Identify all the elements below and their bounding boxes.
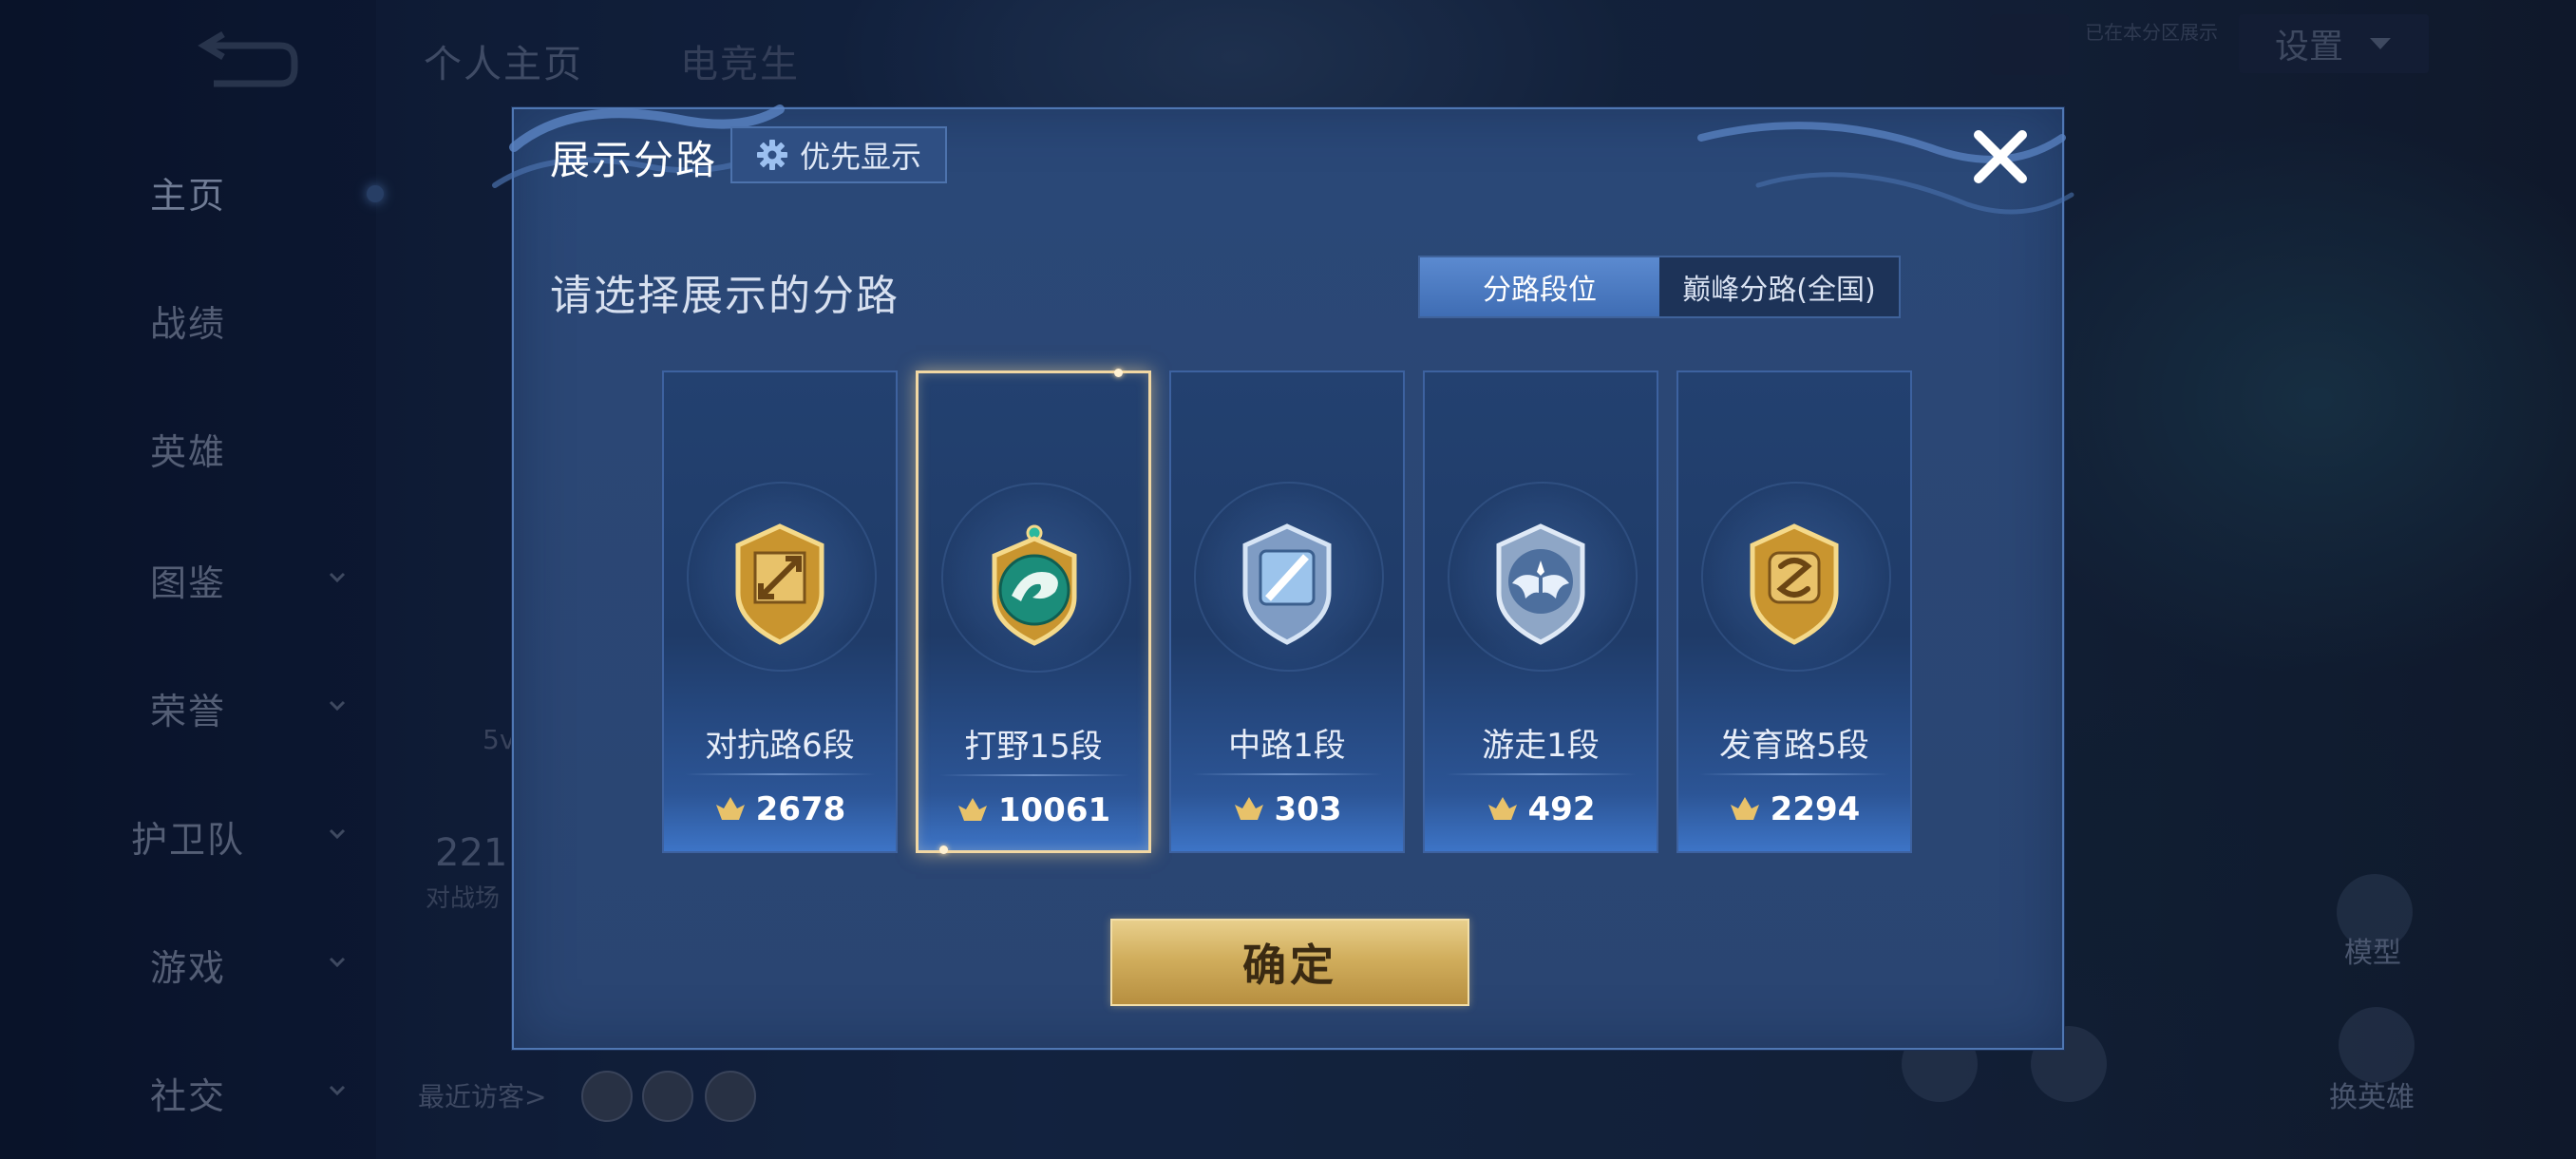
peak-score-icon (715, 797, 745, 820)
divider (939, 774, 1129, 776)
lane-name: 游走1段 (1482, 727, 1600, 765)
lane-card-roam[interactable]: 游走1段 492 (1423, 370, 1658, 853)
score-row: 10061 (919, 791, 1148, 829)
dialog-title: 展示分路 (550, 137, 718, 183)
score-row: 492 (1425, 790, 1657, 828)
lane-card-list: 对抗路6段 2678 打野15段 10061 中路1段 303 游走1段 492… (662, 369, 1916, 854)
lane-name: 发育路5段 (1719, 727, 1869, 765)
peak-score-icon (1234, 797, 1263, 820)
divider (685, 773, 875, 775)
divider (1446, 773, 1636, 775)
lane-score: 10061 (997, 791, 1111, 829)
farm-lane-badge-icon (1750, 523, 1839, 645)
gear-icon (756, 140, 787, 170)
tab-lane-rank[interactable]: 分路段位 (1420, 257, 1659, 316)
close-icon[interactable] (1967, 124, 2034, 190)
confirm-button[interactable]: 确定 (1110, 919, 1469, 1006)
lane-score: 2294 (1770, 790, 1861, 828)
peak-score-icon (1730, 797, 1759, 820)
priority-display-button[interactable]: 优先显示 (730, 126, 947, 183)
lane-card-clash[interactable]: 对抗路6段 2678 (662, 370, 898, 853)
clash-lane-badge-icon (735, 523, 824, 645)
peak-score-icon (1487, 797, 1517, 820)
lane-name: 打野15段 (964, 728, 1103, 766)
lane-name: 对抗路6段 (705, 727, 855, 765)
divider (1192, 773, 1382, 775)
lane-score: 303 (1274, 790, 1342, 828)
peak-score-icon (957, 798, 987, 821)
lane-score: 492 (1527, 790, 1596, 828)
lane-card-farm[interactable]: 发育路5段 2294 (1676, 370, 1912, 853)
tab-peak-lane-national[interactable]: 巅峰分路(全国) (1659, 257, 1899, 316)
lane-display-dialog: 展示分路 优先显示 请选择展示的分路 分路段位 巅峰分路(全国) 对抗路6段 2… (492, 104, 2074, 1050)
score-row: 303 (1171, 790, 1403, 828)
priority-button-label: 优先显示 (799, 139, 921, 175)
lane-name: 中路1段 (1228, 727, 1346, 765)
divider (1699, 773, 1889, 775)
mid-lane-badge-icon (1242, 523, 1332, 645)
score-row: 2678 (664, 790, 896, 828)
dialog-subtitle: 请选择展示的分路 (550, 272, 900, 320)
lane-score: 2678 (755, 790, 846, 828)
lane-card-mid[interactable]: 中路1段 303 (1169, 370, 1405, 853)
selection-corner-dot (939, 846, 948, 854)
lane-mode-toggle: 分路段位 巅峰分路(全国) (1418, 256, 1901, 318)
roam-wings-badge-icon (1496, 523, 1585, 645)
selection-corner-dot (1114, 369, 1123, 377)
lane-card-jungle[interactable]: 打野15段 10061 (916, 369, 1151, 854)
score-row: 2294 (1678, 790, 1910, 828)
jungle-dragon-badge-icon (992, 524, 1077, 646)
